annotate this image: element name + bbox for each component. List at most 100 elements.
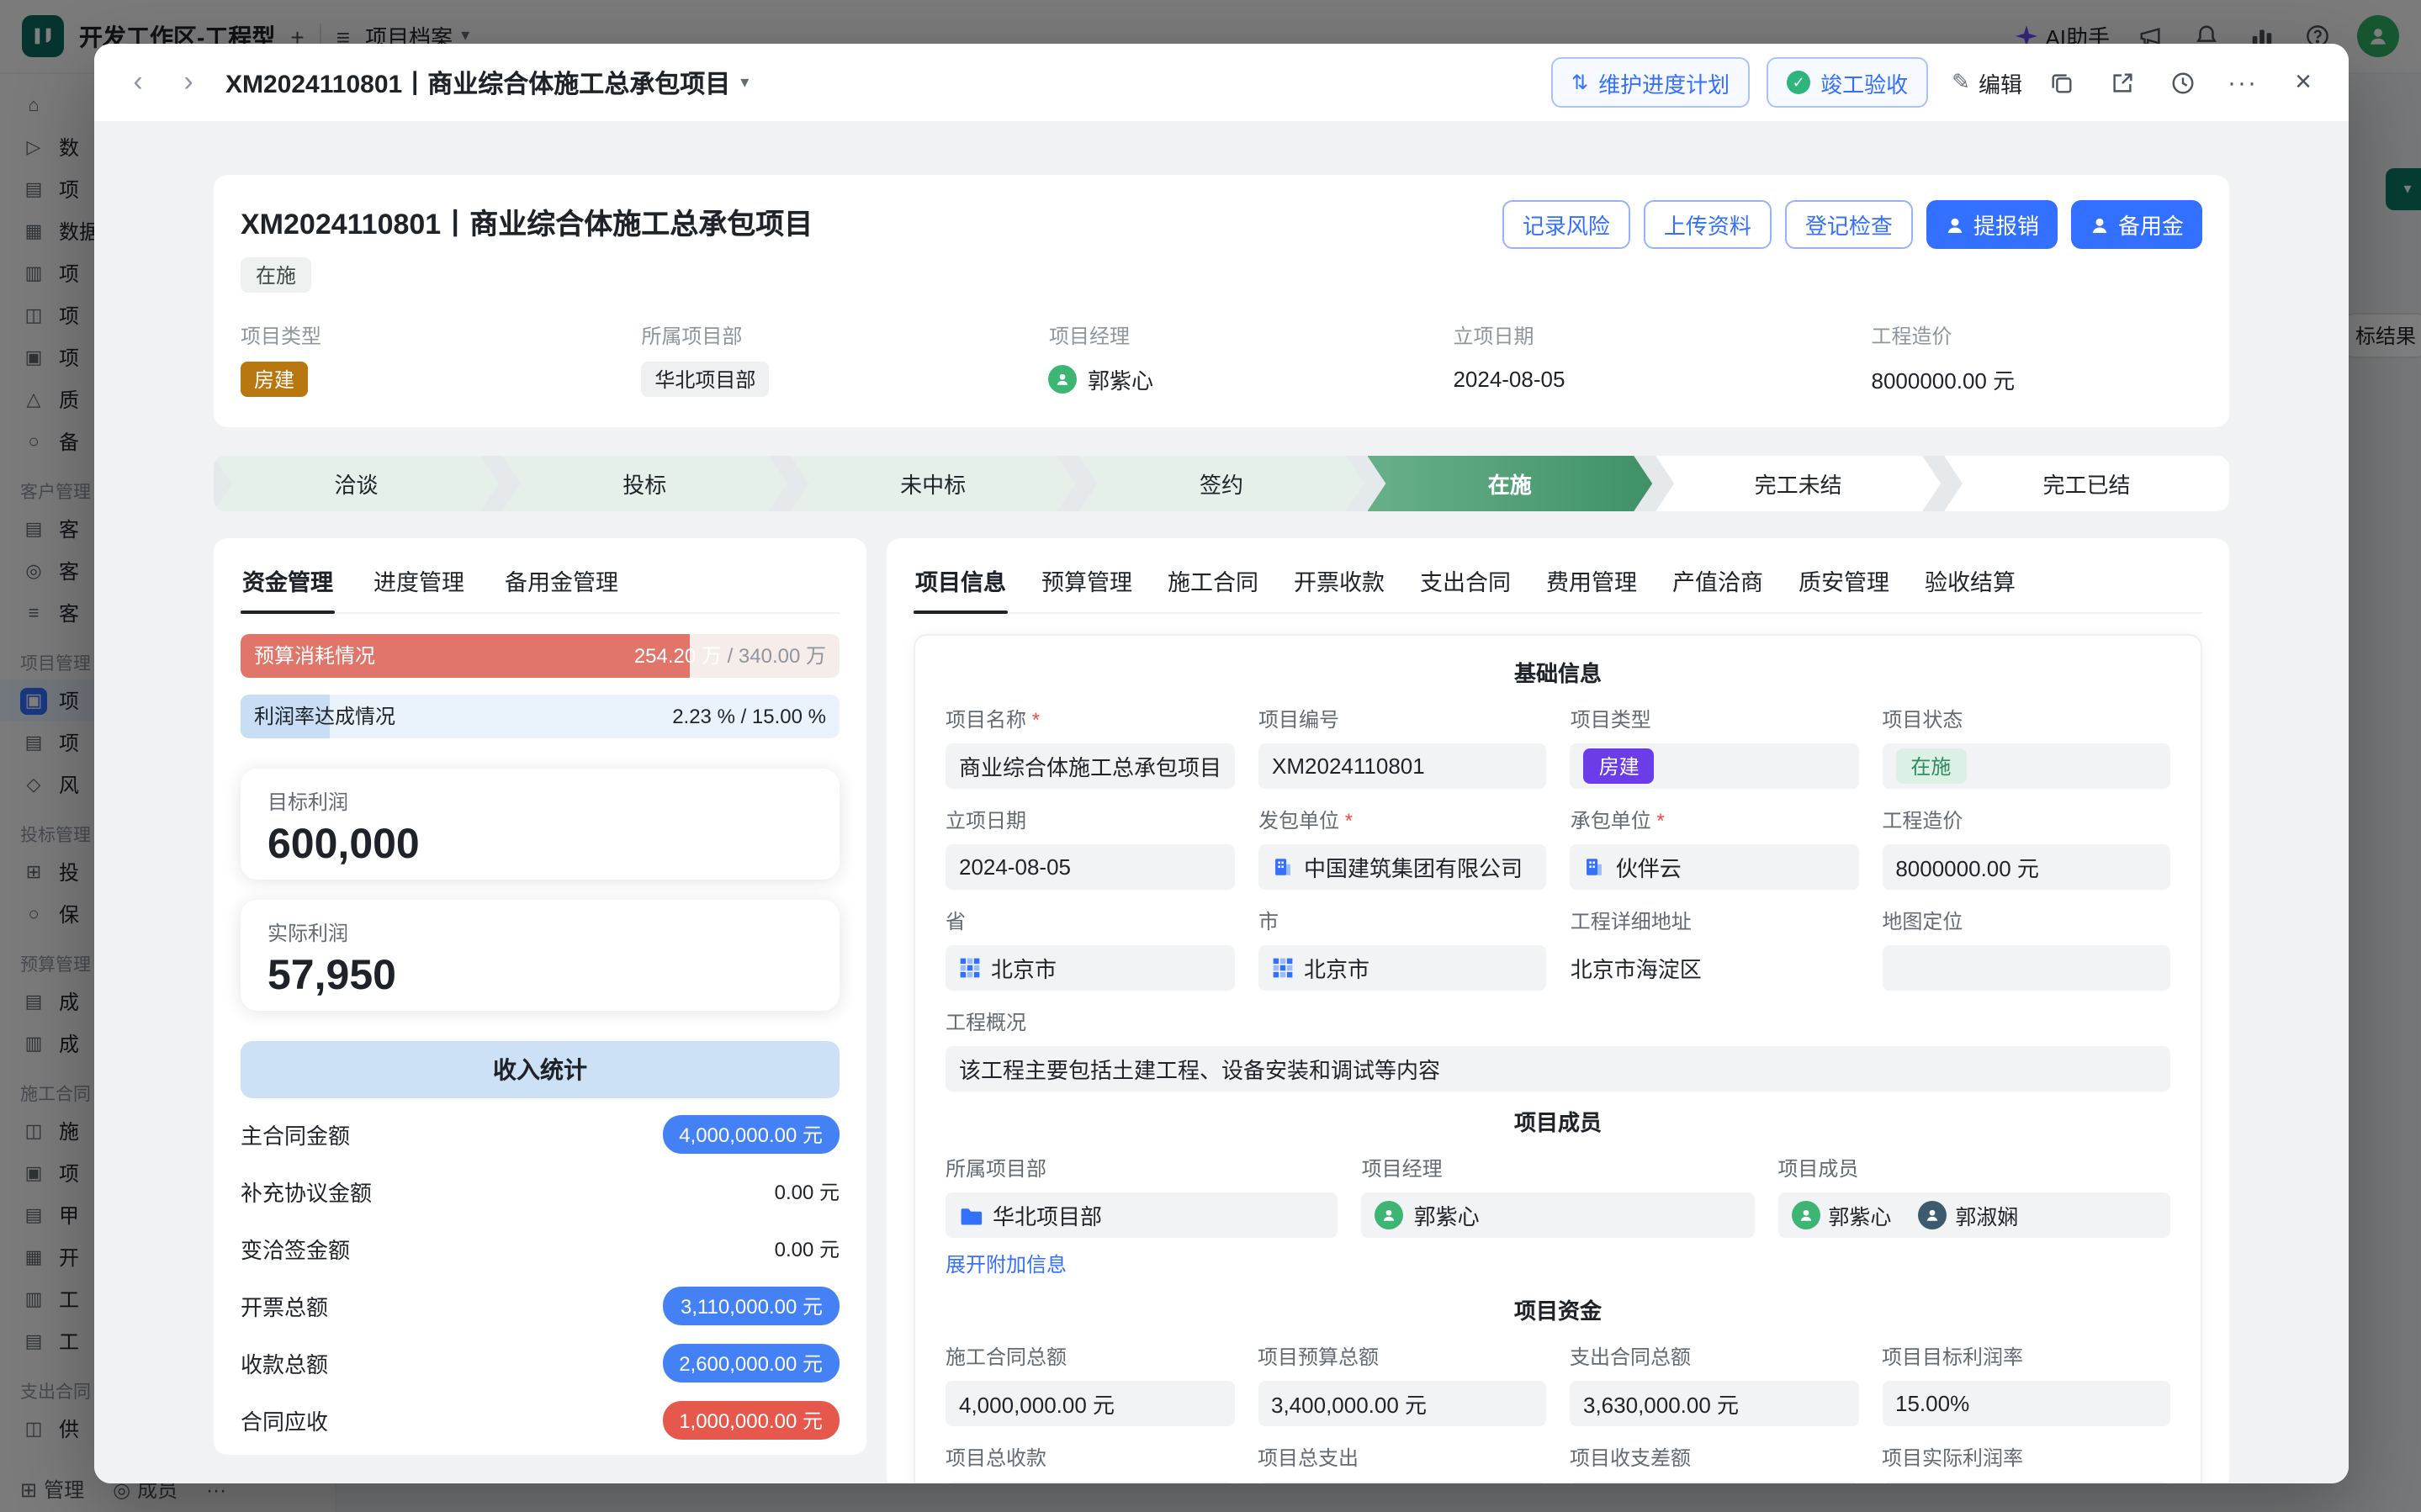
- project-tab[interactable]: 支出合同: [1418, 545, 1512, 612]
- project-tab[interactable]: 质安管理: [1797, 545, 1891, 612]
- summary-actions: 记录风险 上传资料 登记检查 提报销 备用金: [1502, 200, 2202, 249]
- project-tab[interactable]: 开票收款: [1292, 545, 1386, 612]
- finance-panel: 资金管理进度管理备用金管理 预算消耗情况 254.20 万 / 340.00 万…: [214, 538, 866, 1455]
- project-tab[interactable]: 施工合同: [1166, 545, 1260, 612]
- income-row-value: 4,000,000.00 元: [662, 1114, 840, 1153]
- field-project-type2: 项目类型 房建: [1571, 688, 1859, 789]
- project-tab[interactable]: 产值洽商: [1671, 545, 1765, 612]
- income-row-label: 补充协议金额: [241, 1175, 372, 1207]
- title-chevron-down-icon[interactable]: ▾: [740, 73, 749, 92]
- field-project-cost2: 工程造价 8000000.00 元: [1882, 789, 2170, 890]
- contractor-unit-input[interactable]: 伙伴云: [1571, 844, 1859, 890]
- stage-step[interactable]: 签约: [1079, 456, 1364, 511]
- field-project-status: 项目状态 在施: [1882, 688, 2170, 789]
- project-name-input[interactable]: 商业综合体施工总承包项目: [946, 743, 1235, 789]
- check-circle-icon: ✓: [1787, 71, 1810, 94]
- map-location-input[interactable]: [1882, 945, 2170, 991]
- department-tag: 华北项目部: [641, 362, 769, 397]
- fund-field-input[interactable]: 2,542,050.00 元: [1258, 1482, 1546, 1483]
- forward-button[interactable]: ›: [168, 62, 209, 103]
- summary-action-button[interactable]: 备用金: [2071, 200, 2202, 249]
- fund-field-input[interactable]: 4,000,000.00 元: [946, 1381, 1234, 1426]
- summary-action-button[interactable]: 提报销: [1926, 200, 2058, 249]
- share-icon[interactable]: [2100, 61, 2143, 104]
- modal-body: XM2024110801丨商业综合体施工总承包项目 在施 记录风险 上传资料 登…: [94, 121, 2349, 1483]
- project-tab[interactable]: 预算管理: [1040, 545, 1134, 612]
- completion-acceptance-button[interactable]: ✓ 竣工验收: [1767, 57, 1928, 108]
- maintain-schedule-button[interactable]: ⇅ 维护进度计划: [1551, 57, 1750, 108]
- finance-tab[interactable]: 资金管理: [241, 545, 335, 612]
- start-date-input[interactable]: 2024-08-05: [946, 844, 1235, 890]
- project-members-input[interactable]: 郭紫心 郭淑娴: [1777, 1192, 2170, 1238]
- project-tab[interactable]: 项目信息: [914, 545, 1008, 612]
- project-tab[interactable]: 费用管理: [1544, 545, 1639, 612]
- fund-field-input[interactable]: 2.23%: [1882, 1482, 2170, 1483]
- field-province: 省 北京市: [946, 890, 1235, 991]
- income-row: 补充协议金额 0.00 元: [241, 1162, 840, 1219]
- profit-rate-bar: 利润率达成情况 2.23 % / 15.00 %: [241, 695, 840, 738]
- project-tab[interactable]: 验收结算: [1923, 545, 2017, 612]
- project-code-input[interactable]: XM2024110801: [1258, 743, 1547, 789]
- copy-icon[interactable]: [2039, 61, 2083, 104]
- project-type-tag: 房建: [1584, 748, 1655, 784]
- summary-action-button[interactable]: 登记检查: [1785, 200, 1913, 249]
- back-button[interactable]: ‹: [118, 62, 158, 103]
- income-row-label: 开票总额: [241, 1289, 328, 1321]
- project-status-input[interactable]: 在施: [1882, 743, 2170, 789]
- stage-step[interactable]: 完工未结: [1655, 456, 1941, 511]
- owner-unit-input[interactable]: 中国建筑集团有限公司: [1258, 844, 1547, 890]
- fund-field-label: 项目预算总额: [1258, 1342, 1546, 1371]
- finance-tabs: 资金管理进度管理备用金管理: [241, 545, 840, 614]
- field-project-cost: 工程造价 8000000.00 元: [1872, 321, 2203, 397]
- address-value[interactable]: 北京市海淀区: [1571, 945, 1859, 991]
- fund-field: 项目预算总额 3,400,000.00 元: [1258, 1325, 1546, 1426]
- avatar: [1375, 1201, 1404, 1229]
- expand-extra-info-link[interactable]: 展开附加信息: [946, 1250, 1067, 1278]
- history-icon[interactable]: [2160, 61, 2204, 104]
- screen: 开发工作区-工程型 + ≡ 项目档案 ▾ AI助手: [0, 0, 2421, 1512]
- project-summary-card: XM2024110801丨商业综合体施工总承包项目 在施 记录风险 上传资料 登…: [214, 175, 2229, 427]
- fund-field-input[interactable]: 57,950.00 元: [1570, 1482, 1858, 1483]
- fund-field-input[interactable]: 15.00%: [1882, 1381, 2170, 1426]
- field-start-date: 立项日期 2024-08-05: [1453, 321, 1871, 397]
- more-actions-icon[interactable]: ···: [2221, 61, 2265, 104]
- stage-step[interactable]: 投标: [502, 456, 787, 511]
- edit-button[interactable]: ✎ 编辑: [1952, 66, 2022, 98]
- fund-field-input[interactable]: 3,630,000.00 元: [1570, 1381, 1858, 1426]
- region-grid-icon: [1272, 957, 1294, 979]
- overview-input[interactable]: 该工程主要包括土建工程、设备安装和调试等内容: [946, 1046, 2170, 1092]
- project-type-input[interactable]: 房建: [1571, 743, 1859, 789]
- income-row-value: 3,110,000.00 元: [664, 1286, 840, 1324]
- province-input[interactable]: 北京市: [946, 945, 1235, 991]
- income-statistics-button[interactable]: 收入统计: [241, 1041, 840, 1098]
- field-department2: 所属项目部 华北项目部 展开附加信息: [946, 1137, 1338, 1280]
- project-cost-input[interactable]: 8000000.00 元: [1882, 844, 2170, 890]
- target-profit-card: 目标利润 600,000: [241, 769, 840, 880]
- fund-field: 项目实际利润率 2.23%: [1882, 1426, 2170, 1483]
- finance-tab[interactable]: 进度管理: [372, 545, 466, 612]
- summary-action-button[interactable]: 上传资料: [1644, 200, 1772, 249]
- fund-field-label: 支出合同总额: [1570, 1342, 1858, 1371]
- stage-step[interactable]: 在施: [1367, 456, 1652, 511]
- close-icon[interactable]: ×: [2281, 61, 2325, 104]
- stage-step[interactable]: 完工已结: [1944, 456, 2229, 511]
- income-row: 开票总额 3,110,000.00 元: [241, 1277, 840, 1334]
- field-project-type: 项目类型 房建: [241, 321, 641, 397]
- folder-icon: [959, 1203, 983, 1227]
- fund-field-input[interactable]: 2,600,000.00 元: [946, 1482, 1234, 1483]
- project-info-panel: 项目信息预算管理施工合同开票收款支出合同费用管理产值洽商质安管理验收结算 基础信…: [887, 538, 2229, 1483]
- field-owner-unit: 发包单位 中国建筑集团有限公司: [1258, 789, 1547, 890]
- summary-action-button[interactable]: 记录风险: [1502, 200, 1630, 249]
- project-tabs: 项目信息预算管理施工合同开票收款支出合同费用管理产值洽商质安管理验收结算: [914, 545, 2202, 614]
- stage-step[interactable]: 洽谈: [214, 456, 499, 511]
- income-row: 合同应收 1,000,000.00 元: [241, 1391, 840, 1448]
- project-manager-input[interactable]: 郭紫心: [1362, 1192, 1755, 1238]
- department-input[interactable]: 华北项目部: [946, 1192, 1338, 1238]
- finance-tab[interactable]: 备用金管理: [503, 545, 620, 612]
- fund-field-input[interactable]: 3,400,000.00 元: [1258, 1381, 1546, 1426]
- city-input[interactable]: 北京市: [1258, 945, 1547, 991]
- stage-step[interactable]: 未中标: [791, 456, 1076, 511]
- member-chip: 郭紫心: [1791, 1199, 1891, 1231]
- field-project-members: 项目成员 郭紫心 郭淑娴: [1777, 1137, 2170, 1280]
- field-start-date2: 立项日期 2024-08-05: [946, 789, 1235, 890]
